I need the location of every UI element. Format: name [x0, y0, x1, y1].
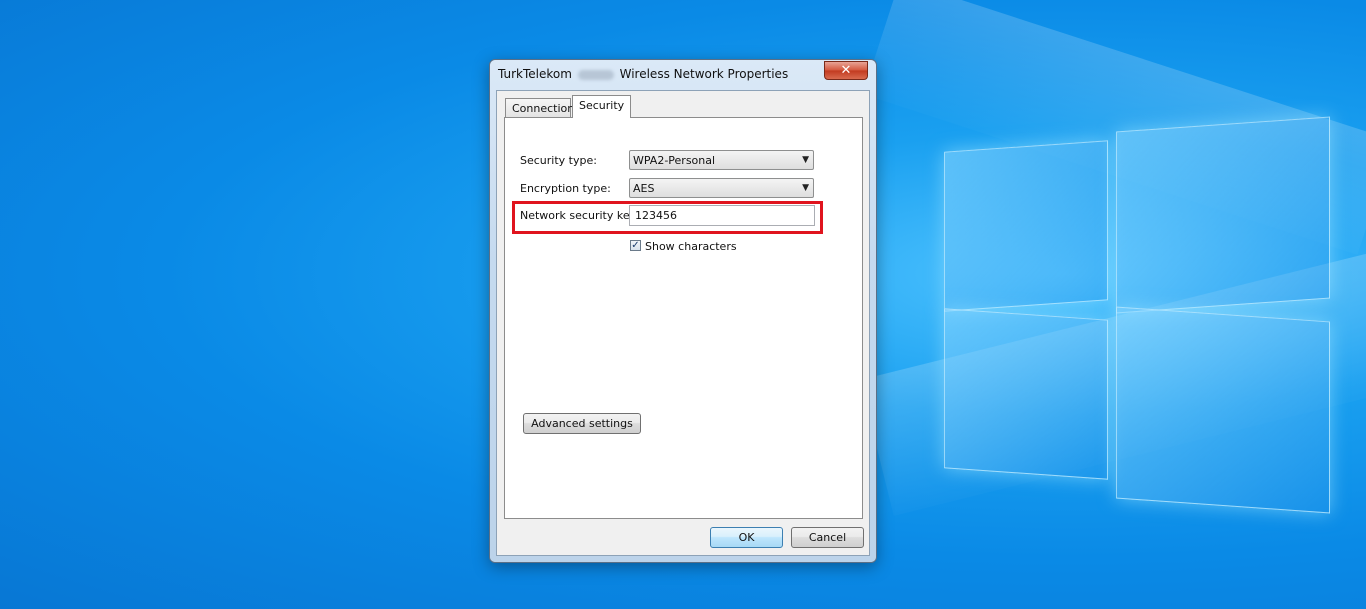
network-key-value: 123456 [635, 209, 677, 222]
title-suffix: Wireless Network Properties [619, 67, 789, 81]
show-characters-checkbox[interactable]: ✓ [630, 240, 641, 251]
close-icon: ✕ [840, 63, 852, 78]
dialog-title: TurkTelekom Wireless Network Properties [498, 67, 788, 81]
encryption-type-label: Encryption type: [520, 182, 611, 195]
desktop-background: TurkTelekom Wireless Network Properties … [0, 0, 1366, 609]
show-characters-label: Show characters [645, 240, 737, 253]
tab-connection[interactable]: Connection [505, 98, 574, 117]
tab-security[interactable]: Security [572, 95, 631, 118]
close-button[interactable]: ✕ [824, 61, 868, 80]
security-tab-panel: Security type: WPA2-Personal ▼ Encryptio… [504, 117, 863, 519]
checkmark-icon: ✓ [631, 240, 640, 251]
encryption-type-value: AES [633, 182, 655, 195]
dialog-client-area: Connection Security Security type: WPA2-… [496, 90, 870, 556]
security-type-label: Security type: [520, 154, 597, 167]
advanced-settings-button[interactable]: Advanced settings [523, 413, 641, 434]
wireless-properties-dialog: TurkTelekom Wireless Network Properties … [489, 59, 877, 563]
ok-label: OK [738, 531, 755, 544]
redacted-network-name [577, 69, 614, 80]
cancel-label: Cancel [808, 531, 847, 544]
chevron-down-icon: ▼ [802, 183, 809, 193]
advanced-settings-label: Advanced settings [531, 417, 633, 430]
windows-logo-pane [1116, 116, 1330, 314]
windows-logo-pane [944, 140, 1108, 312]
ok-button[interactable]: OK [710, 527, 783, 548]
windows-logo-pane [1116, 306, 1330, 514]
windows-logo-pane [944, 308, 1108, 480]
chevron-down-icon: ▼ [802, 155, 809, 165]
network-key-input[interactable]: 123456 [629, 205, 815, 226]
windows-logo [944, 112, 1330, 514]
title-prefix: TurkTelekom [498, 67, 572, 81]
network-key-label: Network security key [520, 209, 637, 222]
security-type-value: WPA2-Personal [633, 154, 716, 167]
security-type-dropdown[interactable]: WPA2-Personal ▼ [629, 150, 814, 170]
cancel-button[interactable]: Cancel [791, 527, 864, 548]
encryption-type-dropdown[interactable]: AES ▼ [629, 178, 814, 198]
